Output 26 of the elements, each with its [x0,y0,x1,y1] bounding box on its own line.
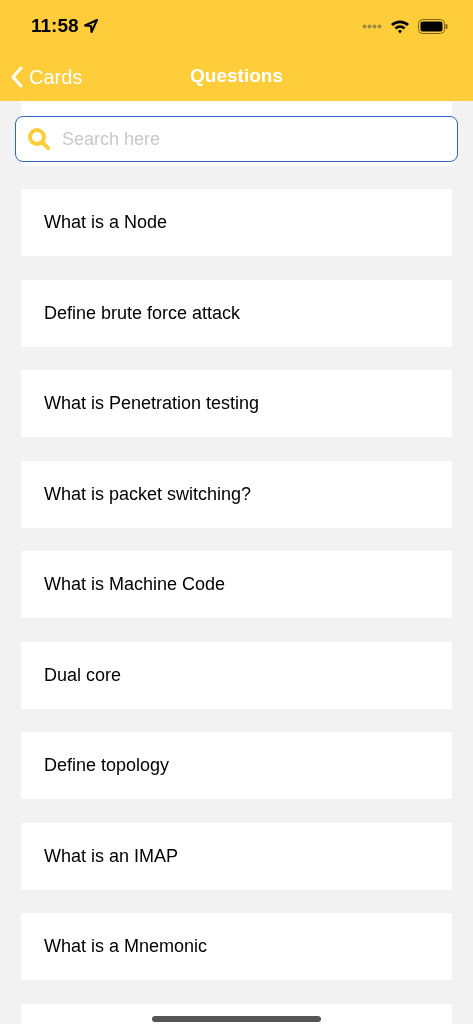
question-text: What is a Node [44,211,168,234]
signal-dots-icon [362,23,382,29]
question-card[interactable]: What is an IMAP [21,822,452,890]
question-text: Define brute force attack [44,301,241,325]
location-arrow-icon [82,18,99,34]
question-card[interactable]: What is a Mnemonic [21,913,452,980]
question-text: What is Machine Code [44,573,226,596]
question-text: Define topology [44,754,170,777]
question-card[interactable]: What is Machine Code [21,551,452,618]
battery-icon [418,18,448,34]
question-card[interactable]: Define topology [21,732,452,799]
question-text: What is a Mnemonic [44,935,208,958]
question-text: What is an IMAP [44,844,179,868]
question-text: What is packet switching? [44,482,252,506]
question-card[interactable]: What is Penetration testing [21,370,452,437]
search-icon [27,127,51,151]
page-title: Questions [190,64,283,89]
wifi-icon [390,18,410,34]
question-text: What is Penetration testing [44,392,260,415]
question-card[interactable]: Dual core [21,641,452,709]
status-time: 11:58 [31,13,79,38]
question-card[interactable]: What is a Node [21,189,452,256]
chevron-left-icon [10,65,23,88]
question-card[interactable]: What is packet switching? [21,460,452,528]
question-text: Dual core [44,663,122,687]
question-card[interactable]: Define brute force attack [21,279,452,347]
